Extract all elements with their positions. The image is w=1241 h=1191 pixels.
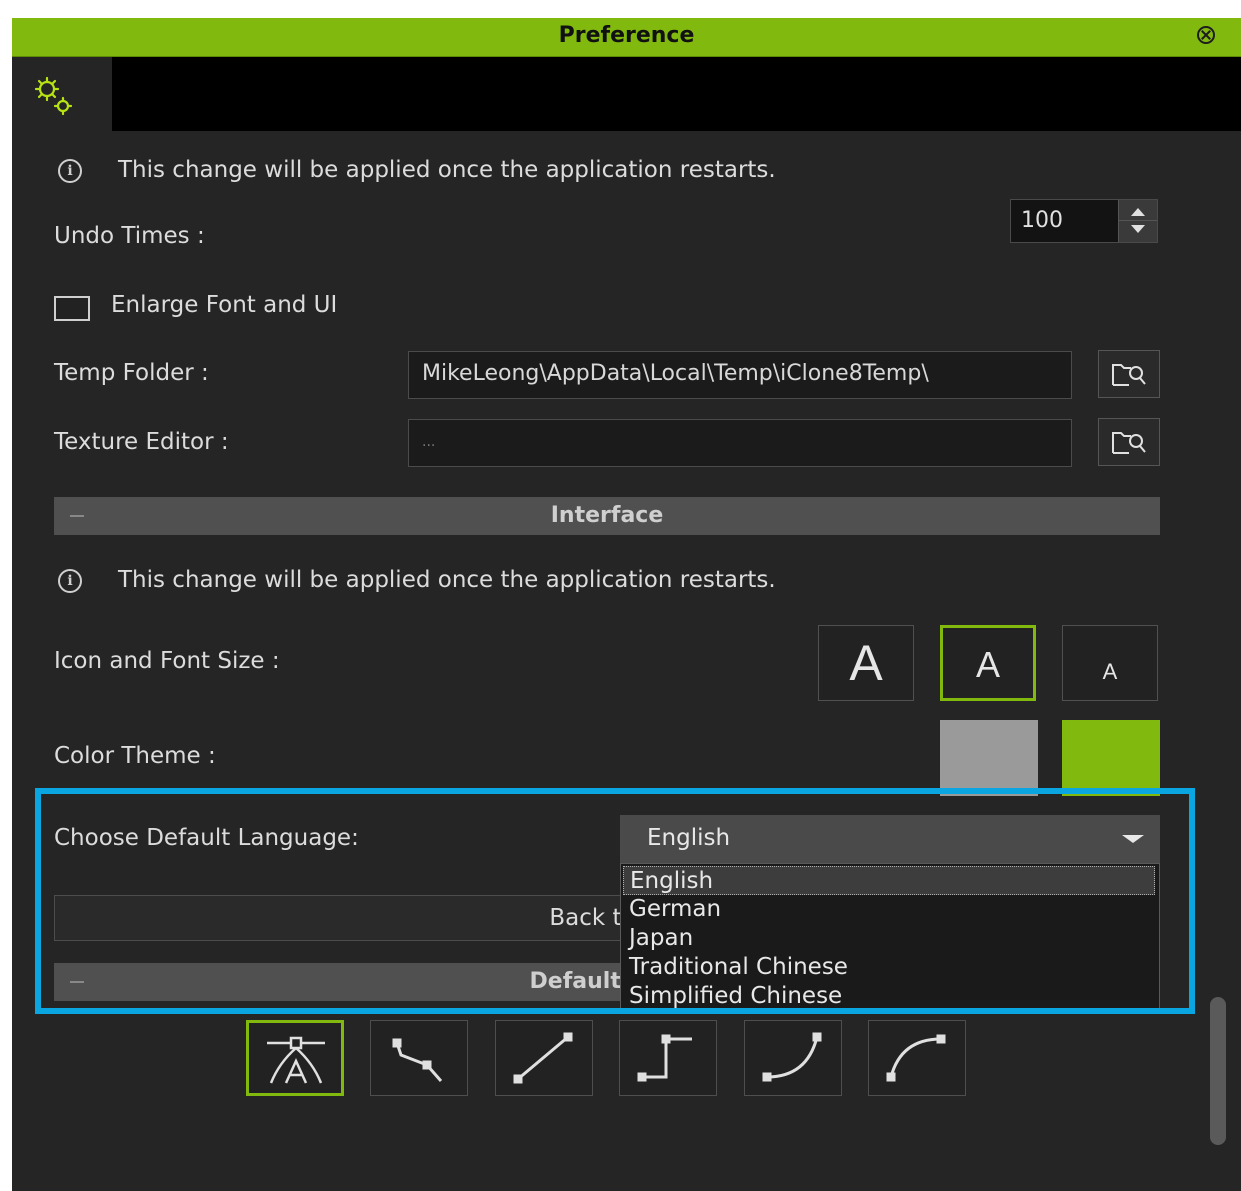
theme-gray-swatch[interactable]	[940, 720, 1038, 796]
temp-folder-label: Temp Folder :	[54, 360, 209, 386]
linear-curve-icon	[513, 1032, 573, 1084]
undo-times-label: Undo Times :	[54, 223, 205, 249]
auto-tangent-button[interactable]	[246, 1020, 344, 1096]
color-theme-label: Color Theme :	[54, 743, 216, 769]
restart-notice: This change will be applied once the app…	[118, 567, 776, 593]
ease-out-icon	[886, 1034, 946, 1082]
size-medium-button[interactable]: A	[940, 625, 1036, 701]
stepper-up-icon[interactable]	[1131, 208, 1145, 216]
undo-times-value[interactable]: 100	[1021, 208, 1063, 233]
enlarge-font-checkbox[interactable]	[54, 296, 90, 321]
interface-section-header[interactable]: Interface	[54, 497, 1160, 535]
folder-browse-icon	[1112, 364, 1146, 386]
size-medium-glyph: A	[975, 644, 1000, 685]
undo-times-stepper[interactable]: 100	[1010, 199, 1158, 243]
title-bar: Preference	[12, 18, 1241, 57]
annotation-highlight-frame	[35, 788, 1195, 1014]
step-curve-button[interactable]	[370, 1020, 468, 1096]
vertical-scrollbar[interactable]	[1210, 997, 1226, 1145]
stepper-divider	[1119, 220, 1157, 221]
ease-in-icon	[762, 1032, 822, 1082]
constant-curve-icon	[637, 1034, 692, 1082]
window-title: Preference	[558, 23, 695, 48]
step-curve-icon	[392, 1038, 443, 1082]
icon-font-size-label: Icon and Font Size :	[54, 648, 280, 674]
ease-out-button[interactable]	[868, 1020, 966, 1096]
tab-bar	[12, 57, 1241, 131]
info-icon: i	[58, 569, 82, 593]
constant-curve-button[interactable]	[619, 1020, 717, 1096]
theme-green-swatch[interactable]	[1062, 720, 1160, 796]
gears-icon	[34, 76, 73, 116]
preference-content: i This change will be applied once the a…	[12, 131, 1241, 1191]
size-large-button[interactable]: A	[818, 625, 914, 701]
stepper-down-icon[interactable]	[1131, 225, 1145, 233]
stepper-buttons	[1118, 200, 1157, 242]
temp-folder-browse-button[interactable]	[1098, 350, 1160, 398]
preference-window: Preference i This change will be applied…	[12, 18, 1241, 1191]
interface-section-title: Interface	[550, 503, 664, 528]
texture-editor-value: ...	[422, 434, 436, 450]
restart-notice: This change will be applied once the app…	[118, 157, 776, 183]
texture-editor-label: Texture Editor :	[54, 429, 229, 455]
size-small-button[interactable]: A	[1062, 625, 1158, 701]
size-large-glyph: A	[849, 635, 883, 691]
ease-in-button[interactable]	[744, 1020, 842, 1096]
linear-curve-button[interactable]	[495, 1020, 593, 1096]
tab-general[interactable]	[12, 57, 112, 131]
info-icon: i	[58, 159, 82, 183]
texture-editor-browse-button[interactable]	[1098, 418, 1160, 466]
size-small-glyph: A	[1102, 659, 1118, 684]
close-icon[interactable]	[1197, 26, 1215, 44]
enlarge-font-label: Enlarge Font and UI	[111, 292, 338, 318]
folder-browse-icon	[1112, 432, 1146, 454]
auto-tangent-icon	[267, 1036, 325, 1084]
temp-folder-field[interactable]: MikeLeong\AppData\Local\Temp\iClone8Temp…	[408, 351, 1072, 399]
texture-editor-field[interactable]: ...	[408, 419, 1072, 467]
